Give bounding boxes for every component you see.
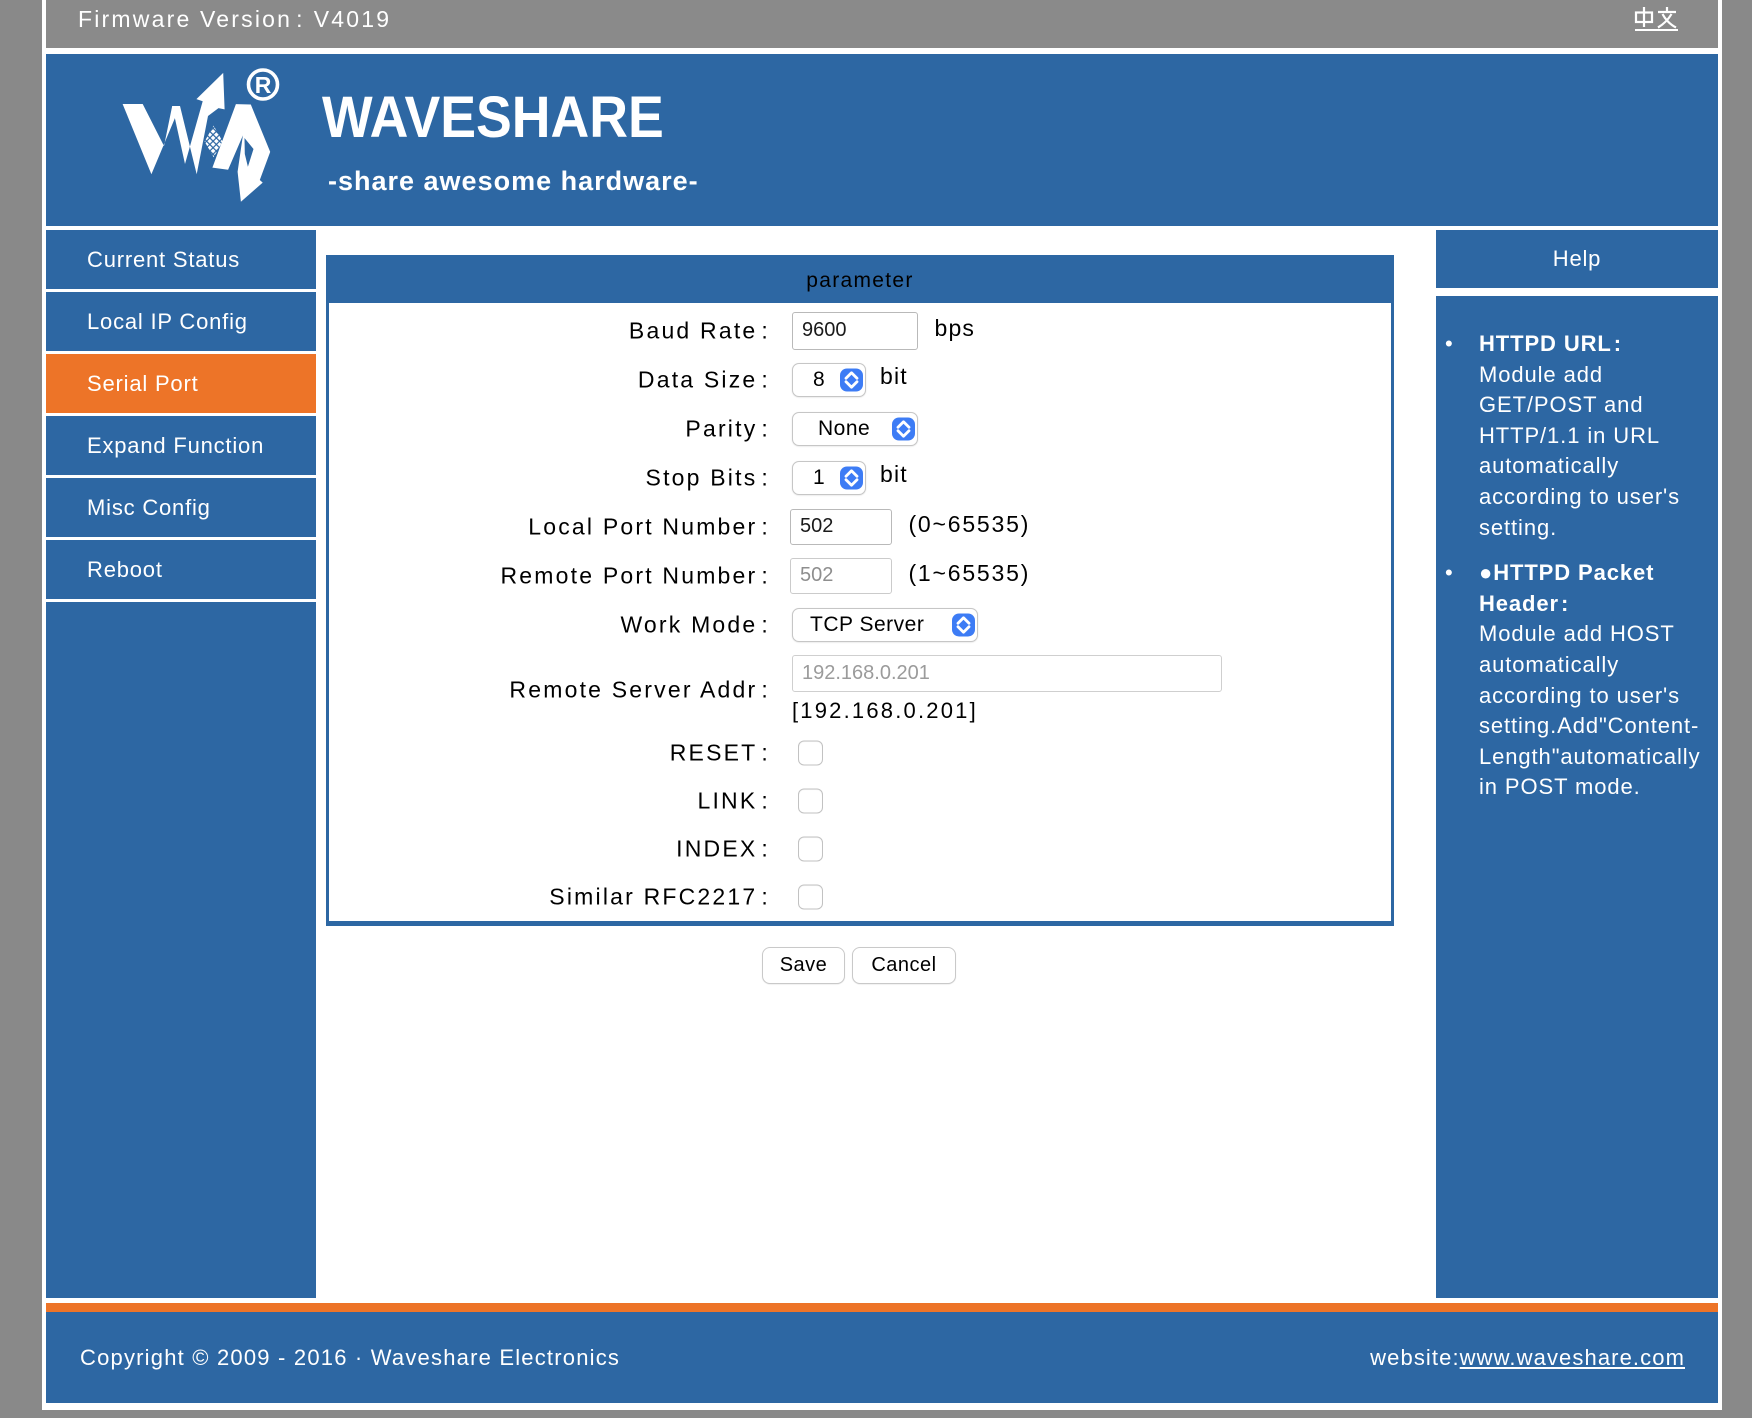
svg-text:R: R <box>255 72 272 98</box>
